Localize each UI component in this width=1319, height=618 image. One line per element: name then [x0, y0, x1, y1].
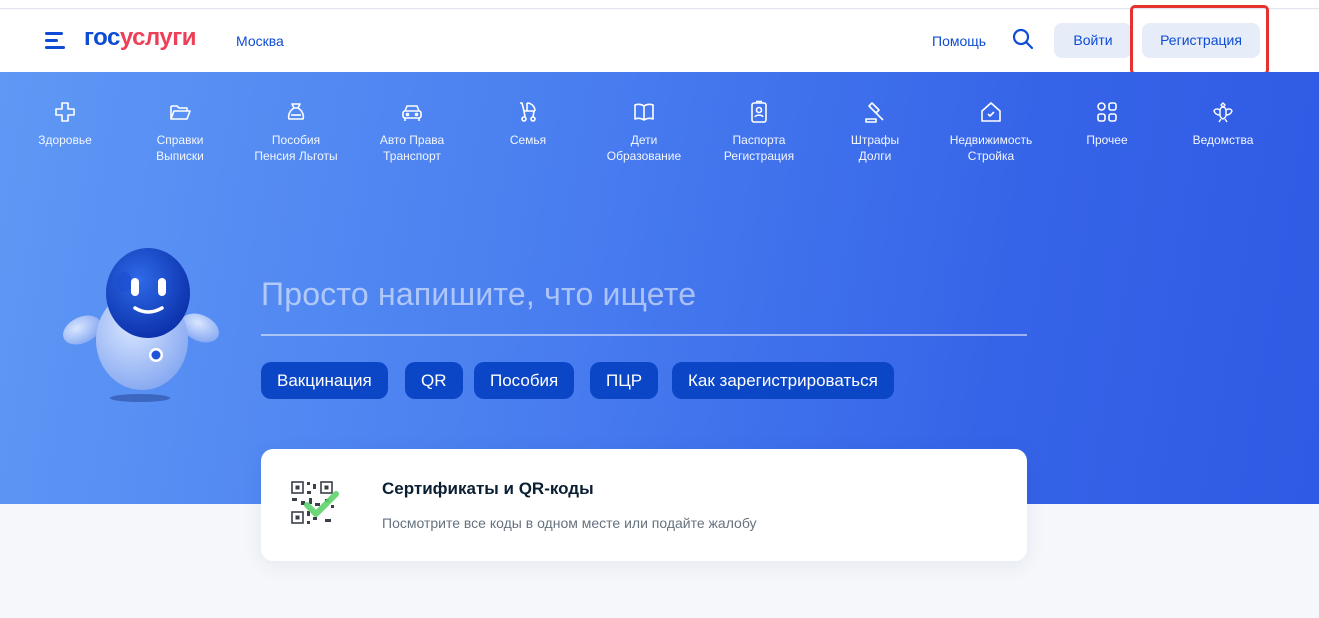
category-children[interactable]: Дети Образование	[589, 100, 699, 164]
category-label: Здоровье	[38, 133, 92, 147]
car-icon	[402, 105, 422, 121]
coat-of-arms-icon	[1213, 102, 1233, 123]
chip-pcr[interactable]: ПЦР	[590, 362, 659, 399]
logo-part-gos: гос	[84, 24, 120, 51]
category-label: Паспорта	[732, 133, 786, 147]
category-label-2: Образование	[606, 149, 682, 163]
logo-part-uslugi: услуги	[119, 24, 197, 51]
logo[interactable]: госуслуги	[84, 24, 197, 52]
chip-benefits[interactable]: Пособия	[474, 362, 575, 399]
qr-code-check-icon	[291, 481, 339, 524]
stroller-icon	[520, 102, 536, 122]
category-label: Недвижимость	[949, 133, 1033, 147]
category-label-2: Регистрация	[723, 149, 795, 163]
search-underline	[261, 334, 1027, 336]
category-fines[interactable]: Штрафы Долги	[820, 100, 930, 164]
book-icon	[634, 103, 654, 121]
passport-icon	[751, 100, 767, 123]
category-label: Ведомства	[1192, 133, 1254, 147]
category-realty[interactable]: Недвижимость Стройка	[936, 100, 1046, 164]
category-label: Справки	[156, 133, 204, 147]
card-title: Сертификаты и QR-коды	[382, 479, 594, 498]
certificates-card[interactable]: Сертификаты и QR-коды Посмотрите все код…	[261, 449, 1027, 561]
category-auto[interactable]: Авто Права Транспорт	[357, 100, 467, 164]
folder-icon	[170, 105, 191, 120]
category-label-2: Выписки	[156, 149, 204, 163]
page: госуслуги Москва Помощь Войти Регистраци…	[0, 0, 1319, 618]
category-certificates[interactable]: Справки Выписки	[125, 100, 235, 164]
city-selector[interactable]: Москва	[236, 33, 284, 49]
chip-qr[interactable]: QR	[405, 362, 463, 399]
chip-how-to-register[interactable]: Как зарегистрироваться	[672, 362, 894, 399]
medical-cross-icon	[55, 102, 75, 122]
category-label-2: Транспорт	[383, 149, 441, 163]
category-family[interactable]: Семья	[473, 100, 583, 148]
login-button[interactable]: Войти	[1054, 23, 1132, 58]
help-link[interactable]: Помощь	[932, 33, 986, 49]
money-bag-icon	[287, 103, 305, 120]
gavel-icon	[865, 102, 884, 123]
category-label-2: Долги	[858, 149, 892, 163]
category-agencies[interactable]: Ведомства	[1168, 100, 1278, 148]
category-label-2: Пенсия Льготы	[254, 149, 338, 163]
top-strip	[0, 0, 1319, 9]
category-passports[interactable]: Паспорта Регистрация	[704, 100, 814, 164]
category-other[interactable]: Прочее	[1052, 100, 1162, 148]
menu-icon[interactable]	[45, 31, 67, 49]
grid-icon	[1097, 102, 1117, 122]
register-highlight-box	[1130, 5, 1269, 75]
house-icon	[981, 102, 1001, 122]
category-label: Штрафы	[850, 133, 900, 147]
category-label: Прочее	[1086, 133, 1128, 147]
category-health[interactable]: Здоровье	[10, 100, 120, 148]
robot-mascot-icon	[63, 248, 219, 402]
header: госуслуги Москва Помощь Войти Регистраци…	[0, 10, 1319, 72]
category-benefits[interactable]: Пособия Пенсия Льготы	[241, 100, 351, 164]
card-subtitle: Посмотрите все коды в одном месте или по…	[382, 515, 757, 531]
category-label-2: Стройка	[967, 149, 1015, 163]
search-icon[interactable]	[1011, 27, 1035, 51]
category-label: Авто Права	[379, 133, 445, 147]
category-label: Дети	[630, 133, 658, 147]
search-query-input[interactable]: Просто напишите, что ищете	[261, 276, 696, 313]
category-label: Пособия	[271, 133, 321, 147]
category-label: Семья	[509, 133, 547, 147]
chip-vaccination[interactable]: Вакцинация	[261, 362, 388, 399]
